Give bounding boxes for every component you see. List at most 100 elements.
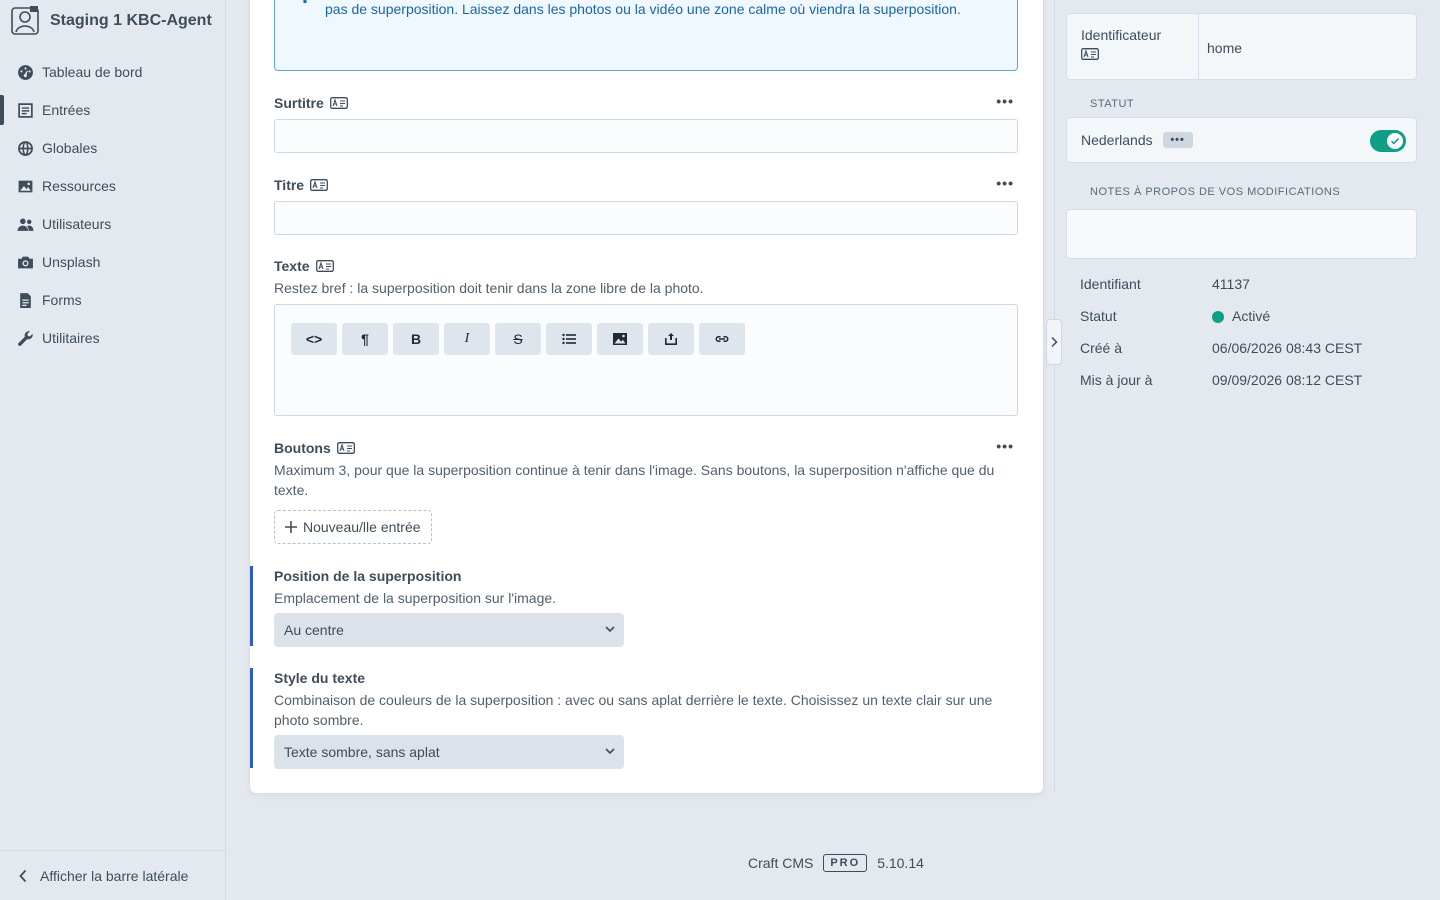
slug-label: Identificateur (1081, 27, 1162, 43)
meta-key: Créé à (1080, 340, 1123, 356)
field-texte: Texte Restez bref : la superposition doi… (274, 256, 1018, 416)
slug-field: Identificateur home (1066, 13, 1417, 80)
changed-indicator (250, 668, 253, 768)
meta-key: Statut (1080, 308, 1117, 324)
nav-item-entries[interactable]: Entrées (0, 91, 226, 129)
nav-label: Utilitaires (42, 330, 100, 346)
field-instructions: Emplacement de la superposition sur l'im… (274, 590, 557, 606)
new-entry-label: Nouveau/lle entrée (303, 519, 421, 535)
nav-item-utilities[interactable]: Utilitaires (0, 319, 226, 357)
site-name: Staging 1 KBC-Agent (50, 12, 212, 29)
meta-key: Mis à jour à (1080, 372, 1153, 388)
chevron-down-icon (605, 626, 615, 633)
users-icon (16, 215, 34, 233)
edition-badge: PRO (823, 854, 868, 872)
translatable-icon (336, 442, 355, 454)
field-label: Position de la superposition (274, 568, 462, 584)
meta-value: Activé (1232, 308, 1271, 324)
nav-label: Ressources (42, 178, 116, 194)
field-label: Titre (274, 177, 305, 193)
notes-textarea[interactable] (1066, 209, 1417, 259)
position-select[interactable]: Au centre (274, 613, 624, 647)
entries-icon (16, 101, 34, 119)
collapse-details-button[interactable] (1046, 319, 1062, 365)
camera-icon (16, 253, 34, 271)
globe-icon (16, 139, 34, 157)
brand[interactable]: Staging 1 KBC-Agent (10, 4, 212, 38)
field-titre: Titre ••• (274, 175, 1018, 235)
nav-item-unsplash[interactable]: Unsplash (0, 243, 226, 281)
select-value: Au centre (284, 622, 344, 638)
dashboard-icon (16, 63, 34, 81)
site-more-button[interactable]: ••• (1162, 132, 1193, 148)
nav-label: Unsplash (42, 254, 101, 270)
image-icon (16, 177, 34, 195)
field-label-row: Boutons (274, 438, 1018, 458)
nav-item-users[interactable]: Utilisateurs (0, 205, 226, 243)
translatable-icon (329, 97, 348, 109)
rich-text-editor[interactable]: <> ¶ B I S (274, 304, 1018, 416)
insert-image-button[interactable] (597, 323, 643, 355)
entry-meta: Identifiant 41137 Statut Activé Créé à 0… (1080, 276, 1420, 404)
nav-label: Forms (42, 292, 82, 308)
nav-label: Globales (42, 140, 98, 156)
nav-label: Tableau de bord (42, 64, 143, 80)
titre-input[interactable] (274, 201, 1018, 235)
plus-icon (285, 521, 297, 533)
nav-item-globals[interactable]: Globales (0, 129, 226, 167)
nav-item-dashboard[interactable]: Tableau de bord (0, 53, 226, 91)
field-actions-button[interactable]: ••• (996, 175, 1014, 191)
nav-item-assets[interactable]: Ressources (0, 167, 226, 205)
field-actions-button[interactable]: ••• (996, 438, 1014, 454)
translatable-icon (1081, 48, 1099, 60)
slug-input[interactable]: home (1199, 14, 1242, 79)
meta-row-status: Statut Activé (1080, 308, 1420, 340)
italic-button[interactable]: I (444, 323, 490, 355)
field-label: Surtitre (274, 95, 324, 111)
chevron-right-icon (1051, 336, 1058, 348)
field-surtitre: Surtitre ••• (274, 93, 1018, 153)
field-actions-button[interactable]: ••• (996, 93, 1014, 109)
code-view-button[interactable]: <> (291, 323, 337, 355)
surtitre-input[interactable] (274, 119, 1018, 153)
meta-row-created: Créé à 06/06/2026 08:43 CEST (1080, 340, 1420, 372)
notes-heading: NOTES À PROPOS DE VOS MODIFICATIONS (1090, 186, 1341, 198)
translatable-icon (310, 179, 329, 191)
meta-value: 41137 (1212, 276, 1250, 292)
show-sidebar-label: Afficher la barre latérale (40, 867, 189, 884)
footer: Craft CMS PRO 5.10.14 (748, 854, 924, 872)
slug-label-cell: Identificateur (1067, 14, 1199, 79)
meta-row-updated: Mis à jour à 09/09/2026 08:12 CEST (1080, 372, 1420, 404)
field-label: Boutons (274, 440, 331, 456)
product-name: Craft CMS (748, 855, 814, 871)
bold-button[interactable]: B (393, 323, 439, 355)
nav-item-forms[interactable]: Forms (0, 281, 226, 319)
info-notice: La même superposition que le bloc « Phot… (274, 0, 1018, 71)
embed-icon (665, 333, 677, 345)
chevron-left-icon (19, 869, 27, 882)
info-text: La même superposition que le bloc « Phot… (325, 1, 961, 17)
meta-value: 06/06/2026 08:43 CEST (1212, 340, 1363, 356)
show-sidebar-toggle[interactable]: Afficher la barre latérale (0, 850, 226, 900)
site-enabled-toggle[interactable] (1370, 130, 1406, 152)
new-entry-button[interactable]: Nouveau/lle entrée (274, 510, 432, 544)
bulleted-list-button[interactable] (546, 323, 592, 355)
field-label-row: Surtitre (274, 93, 1018, 113)
field-instructions: Maximum 3, pour que la superposition con… (274, 462, 995, 498)
field-label-row: Titre (274, 175, 1018, 195)
insert-embed-button[interactable] (648, 323, 694, 355)
text-style-select[interactable]: Texte sombre, sans aplat (274, 735, 624, 769)
translatable-icon (315, 260, 334, 272)
site-name: Nederlands (1081, 132, 1153, 148)
field-label: Style du texte (274, 670, 366, 686)
paragraph-button[interactable]: ¶ (342, 323, 388, 355)
meta-value: 09/09/2026 08:12 CEST (1212, 372, 1363, 388)
status-heading: STATUT (1090, 98, 1135, 110)
strikethrough-button[interactable]: S (495, 323, 541, 355)
changed-indicator (250, 566, 253, 646)
field-label: Texte (274, 258, 310, 274)
insert-link-button[interactable] (699, 323, 745, 355)
meta-row-id: Identifiant 41137 (1080, 276, 1420, 308)
version: 5.10.14 (877, 855, 924, 871)
site-logo-icon (11, 6, 39, 35)
